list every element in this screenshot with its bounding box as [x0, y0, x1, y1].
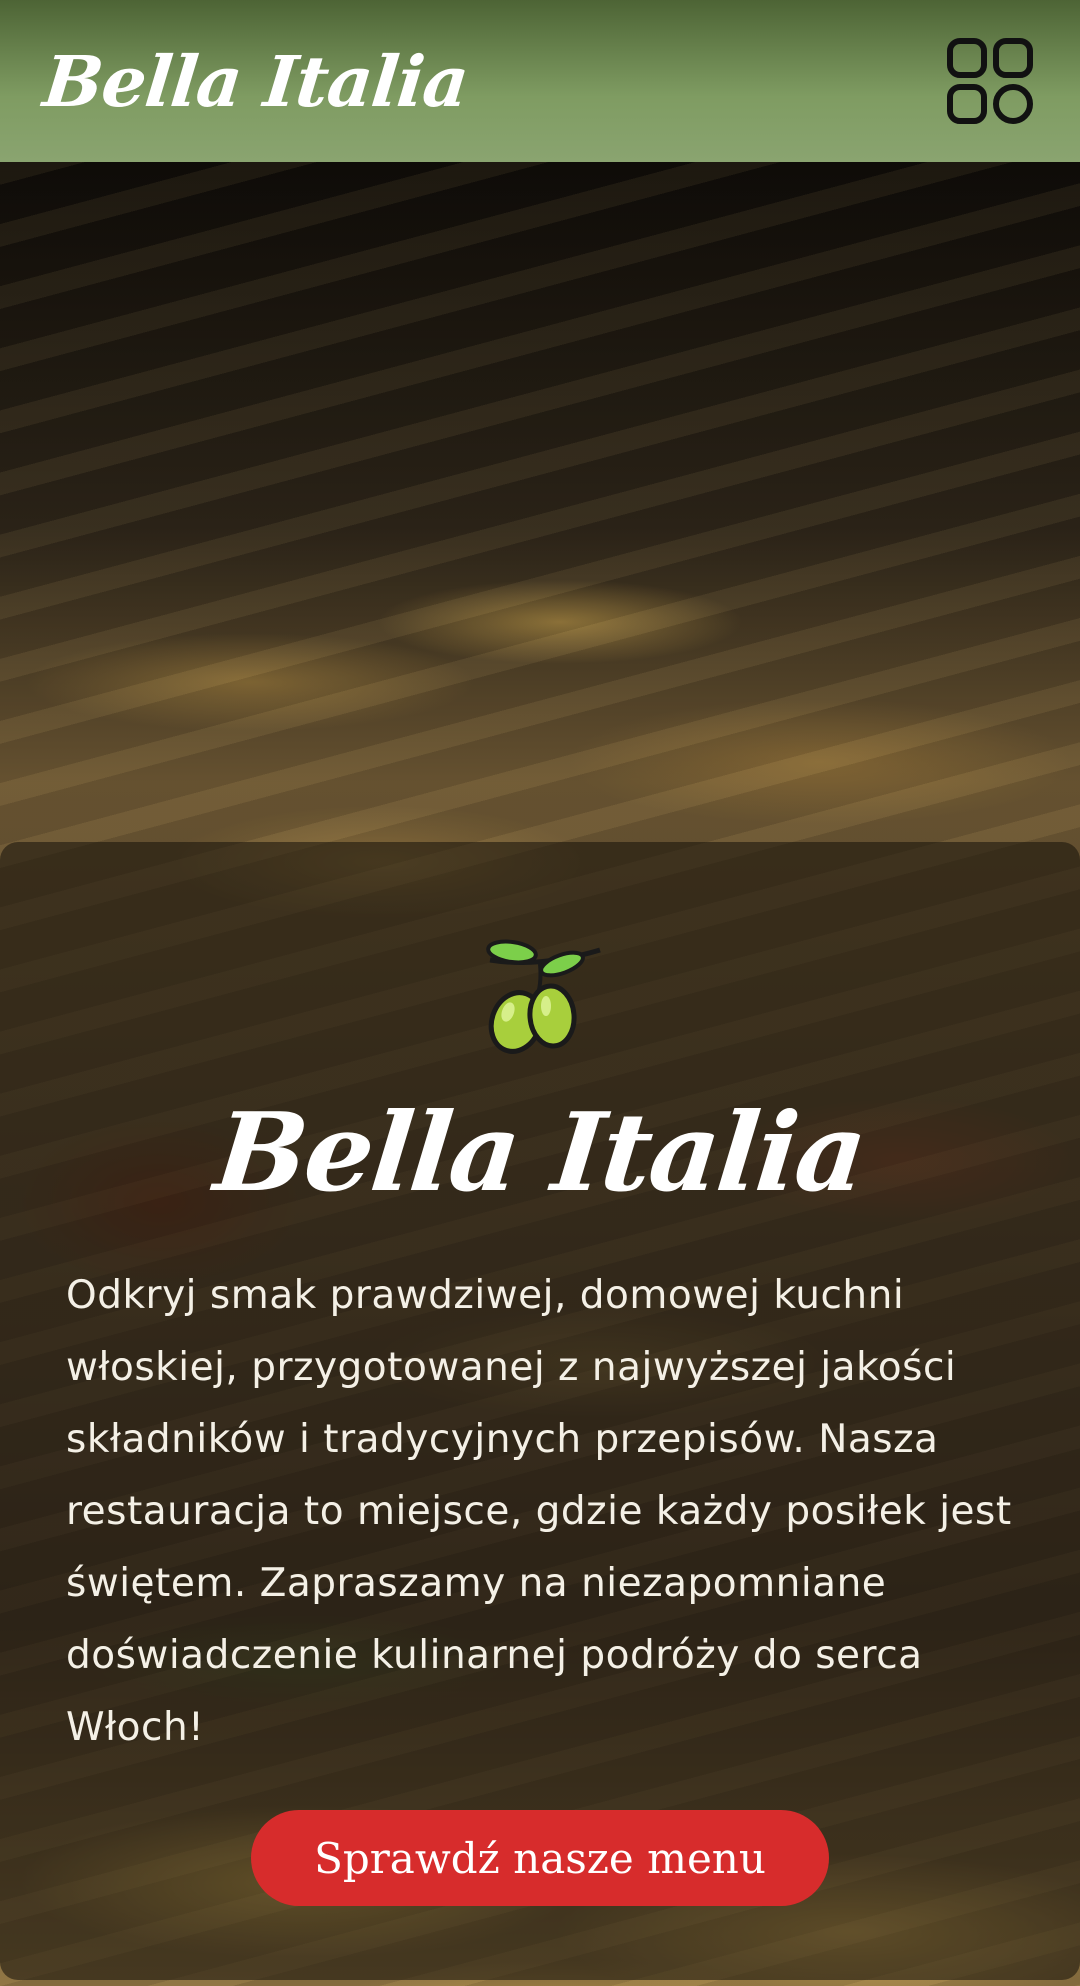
hero-title: Bella Italia: [209, 1090, 871, 1216]
view-menu-button[interactable]: Sprawdź nasze menu: [251, 1810, 829, 1906]
hero-card: Bella Italia Odkryj smak prawdziwej, dom…: [0, 842, 1080, 1980]
site-logo[interactable]: Bella Italia: [40, 40, 472, 123]
grid-menu-icon: [947, 38, 1033, 124]
grid-menu-button[interactable]: [944, 35, 1036, 127]
site-header: Bella Italia: [0, 0, 1080, 162]
hero-background: Bella Italia Odkryj smak prawdziwej, dom…: [0, 162, 1080, 1986]
hero-description: Odkryj smak prawdziwej, domowej kuchni w…: [66, 1273, 1012, 1750]
olive-branch-icon: [486, 939, 601, 1054]
